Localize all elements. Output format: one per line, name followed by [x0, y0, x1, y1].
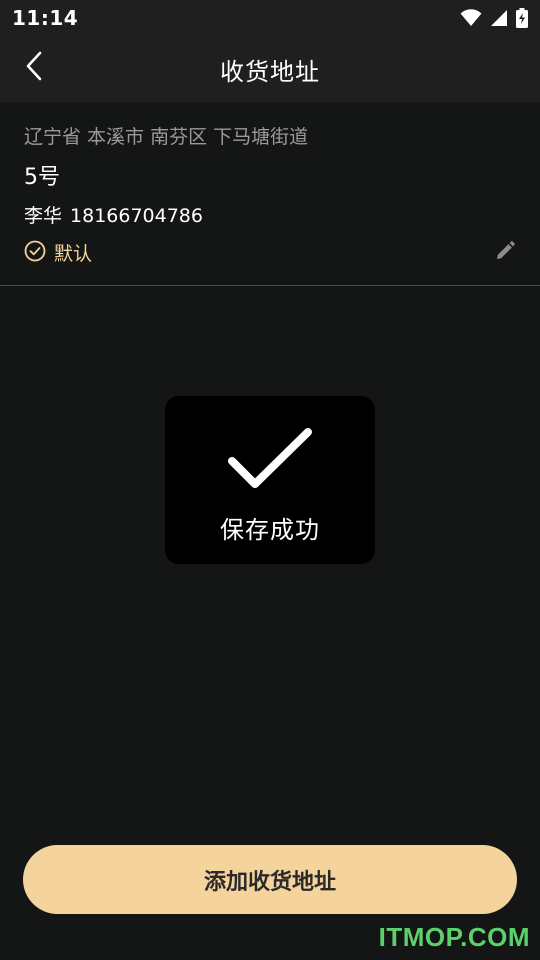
status-time: 11:14 [12, 6, 79, 30]
chevron-left-icon [24, 51, 44, 85]
status-icons [460, 8, 528, 28]
default-toggle[interactable]: 默认 [24, 239, 92, 266]
page-title: 收货地址 [220, 57, 320, 86]
checkmark-icon [228, 428, 312, 494]
app-bar: 收货地址 [0, 36, 540, 102]
watermark: ITMOP.COM [378, 922, 530, 952]
wifi-icon [460, 9, 482, 27]
address-detail: 5号 [24, 165, 60, 190]
status-bar: 11:14 [0, 0, 540, 36]
toast-message: 保存成功 [220, 516, 320, 544]
address-card[interactable]: 辽宁省 本溪市 南芬区 下马塘街道 5号 李华 18166704786 默认 [0, 102, 540, 286]
address-list-screen: 11:14 收货地址 辽宁省 本溪市 南芬区 下马塘街道 5号 李华 18166… [0, 0, 540, 960]
edit-address-button[interactable] [494, 240, 518, 264]
pencil-icon [494, 241, 516, 266]
default-label: 默认 [54, 243, 93, 265]
address-contact: 李华 18166704786 [24, 201, 203, 228]
battery-charging-icon [516, 8, 528, 28]
success-toast: 保存成功 [165, 396, 375, 564]
contact-phone: 18166704786 [70, 205, 203, 227]
contact-name: 李华 [24, 205, 63, 227]
address-region: 辽宁省 本溪市 南芬区 下马塘街道 [24, 126, 309, 148]
add-address-button[interactable]: 添加收货地址 [23, 845, 517, 914]
back-button[interactable] [14, 48, 54, 88]
check-circle-icon [24, 240, 46, 266]
signal-icon [490, 9, 508, 27]
